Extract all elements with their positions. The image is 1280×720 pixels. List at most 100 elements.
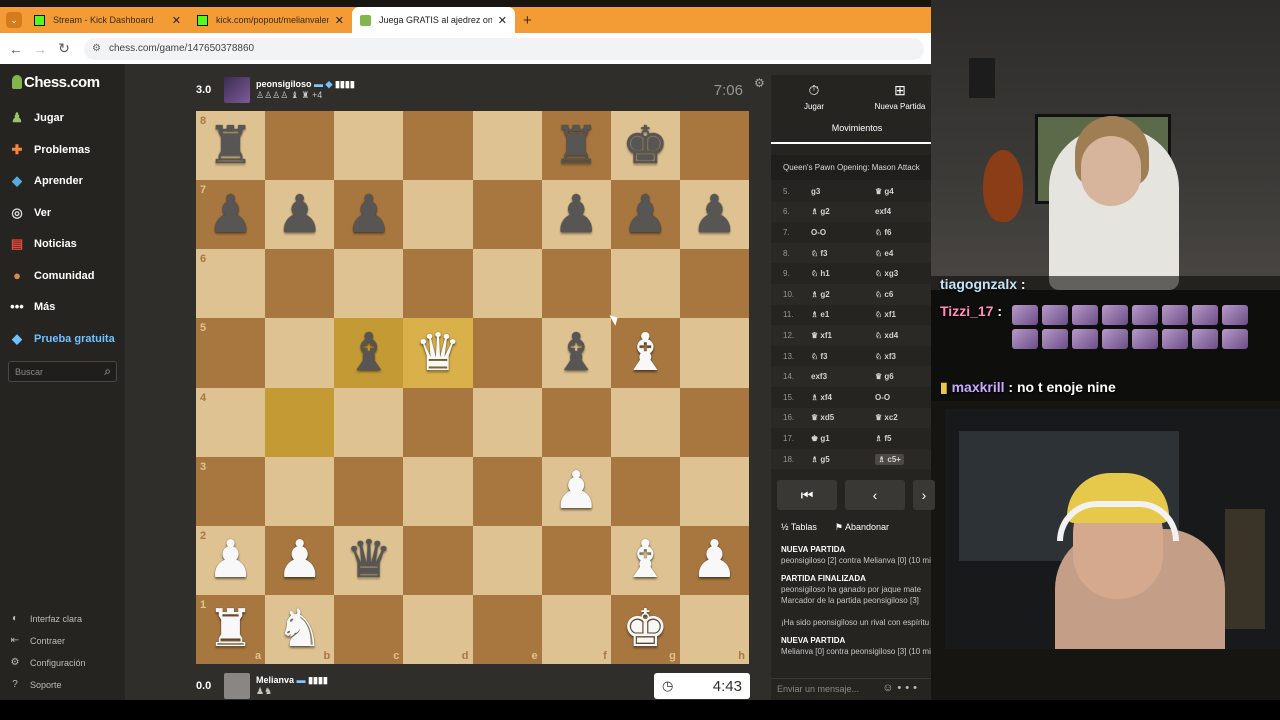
board-square-a3[interactable]: 3 — [196, 456, 266, 526]
black-pawn-icon[interactable]: ♟ — [207, 189, 254, 241]
reload-icon[interactable]: ↻ — [52, 40, 76, 57]
board-square-e6[interactable] — [472, 249, 542, 319]
black-pawn-icon[interactable]: ♟ — [276, 189, 323, 241]
board-square-e2[interactable] — [472, 525, 542, 595]
board-square-b7[interactable]: ♟ — [265, 180, 335, 250]
board-square-g6[interactable] — [610, 249, 680, 319]
avatar[interactable] — [224, 77, 250, 103]
white-bishop-icon[interactable]: ♝ — [622, 534, 669, 586]
board-square-h7[interactable]: ♟ — [679, 180, 749, 250]
board-square-h3[interactable] — [679, 456, 749, 526]
board-square-d4[interactable] — [403, 387, 473, 457]
board-square-b3[interactable] — [265, 456, 335, 526]
black-move[interactable]: ♘ xf3 — [875, 352, 925, 361]
board-square-e5[interactable] — [472, 318, 542, 388]
white-pawn-icon[interactable]: ♟ — [691, 534, 738, 586]
black-move[interactable]: ♘ xg3 — [875, 269, 925, 278]
white-move[interactable]: ♗ e1 — [811, 310, 875, 319]
board-square-d2[interactable] — [403, 525, 473, 595]
board-square-f4[interactable] — [541, 387, 611, 457]
black-rook-icon[interactable]: ♜ — [553, 120, 600, 172]
tab-movimientos[interactable]: Movimientos — [771, 123, 943, 144]
board-square-g8[interactable]: ♚ — [610, 111, 680, 181]
sidebar-item-noticias[interactable]: ▤ Noticias — [8, 235, 77, 253]
white-move[interactable]: ♗ xf4 — [811, 393, 875, 402]
board-square-f3[interactable]: ♟ — [541, 456, 611, 526]
browser-tab[interactable]: kick.com/popout/melianvalen/ ✕ — [189, 7, 352, 33]
board-square-g7[interactable]: ♟ — [610, 180, 680, 250]
black-bishop-icon[interactable]: ♝ — [346, 327, 393, 379]
board-square-h1[interactable]: h — [679, 594, 749, 664]
chess-board[interactable]: 8 ♜ ♜ ♚ 7 ♟ ♟ ♟ ♟ ♟ ♟ 6 5 ♝ ♛ ♝ ♝ 4 3 ♟ 2 ♟ ♟ ♛ ♝ ♟ 1 a ♜ b ♞ c d e f g ♚ h — [196, 111, 749, 664]
emoji-icon[interactable]: ☺••• — [882, 682, 921, 694]
white-move[interactable]: ♛ xd5 — [811, 413, 875, 422]
board-square-c1[interactable]: c — [334, 594, 404, 664]
white-move[interactable]: ♗ g2 — [811, 290, 875, 299]
black-move[interactable]: ♗ c5+ — [875, 453, 925, 465]
white-move[interactable]: ♛ xf1 — [811, 331, 875, 340]
white-move[interactable]: ♚ g1 — [811, 434, 875, 443]
board-settings-icon[interactable]: ⚙ — [754, 76, 765, 90]
tab-nueva-partida[interactable]: ⊞ Nueva Partida — [865, 82, 935, 111]
white-knight-icon[interactable]: ♞ — [276, 603, 323, 655]
board-square-e1[interactable]: e — [472, 594, 542, 664]
white-move[interactable]: O-O — [811, 228, 875, 237]
board-square-a8[interactable]: 8 ♜ — [196, 111, 266, 181]
board-square-c4[interactable] — [334, 387, 404, 457]
previous-move-button[interactable]: ‹ — [845, 480, 905, 510]
sidebar-footer-light-mode[interactable]: ◐ Interfaz clara — [8, 613, 82, 624]
board-square-b6[interactable] — [265, 249, 335, 319]
board-square-f1[interactable]: f — [541, 594, 611, 664]
board-square-d3[interactable] — [403, 456, 473, 526]
board-square-f7[interactable]: ♟ — [541, 180, 611, 250]
black-move[interactable]: ♘ f6 — [875, 228, 925, 237]
forward-icon[interactable]: → — [28, 41, 52, 57]
close-icon[interactable]: ✕ — [172, 14, 181, 27]
top-player-name[interactable]: peonsigiloso — [256, 79, 312, 89]
close-icon[interactable]: ✕ — [335, 14, 344, 27]
board-square-b4[interactable] — [265, 387, 335, 457]
board-square-h2[interactable]: ♟ — [679, 525, 749, 595]
black-move[interactable]: O-O — [875, 393, 925, 402]
board-square-f2[interactable] — [541, 525, 611, 595]
white-rook-icon[interactable]: ♜ — [207, 603, 254, 655]
board-square-d8[interactable] — [403, 111, 473, 181]
black-move[interactable]: ♘ xf1 — [875, 310, 925, 319]
sidebar-item-jugar[interactable]: ♟ Jugar — [8, 109, 64, 127]
search-icon[interactable]: ⌕ — [104, 364, 111, 379]
board-square-b8[interactable] — [265, 111, 335, 181]
white-move[interactable]: ♗ g2 — [811, 207, 875, 216]
board-square-c3[interactable] — [334, 456, 404, 526]
board-square-h4[interactable] — [679, 387, 749, 457]
sidebar-item-ver[interactable]: ◎ Ver — [8, 204, 51, 222]
black-rook-icon[interactable]: ♜ — [207, 120, 254, 172]
black-move[interactable]: ♛ xc2 — [875, 413, 925, 422]
chat-input[interactable]: Enviar un mensaje... ☺••• — [771, 678, 931, 700]
sidebar-item-problemas[interactable]: ✚ Problemas — [8, 141, 91, 159]
sidebar-footer-settings[interactable]: ⚙ Configuración — [8, 657, 86, 668]
resign-button[interactable]: ⚑ Abandonar — [835, 522, 889, 533]
board-square-a2[interactable]: 2 ♟ — [196, 525, 266, 595]
board-square-c2[interactable]: ♛ — [334, 525, 404, 595]
board-square-h6[interactable] — [679, 249, 749, 319]
sidebar-item-prueba-gratuita[interactable]: ◆ Prueba gratuita — [8, 330, 115, 348]
board-square-f5[interactable]: ♝ — [541, 318, 611, 388]
sidebar-item-mas[interactable]: ••• Más — [8, 298, 55, 316]
black-bishop-icon[interactable]: ♝ — [553, 327, 600, 379]
board-square-h8[interactable] — [679, 111, 749, 181]
board-square-b2[interactable]: ♟ — [265, 525, 335, 595]
new-tab-button[interactable]: + — [523, 12, 532, 29]
black-move[interactable]: ♛ g6 — [875, 372, 925, 381]
board-square-c8[interactable] — [334, 111, 404, 181]
black-pawn-icon[interactable]: ♟ — [622, 189, 669, 241]
board-square-h5[interactable] — [679, 318, 749, 388]
sidebar-footer-support[interactable]: ? Soporte — [8, 679, 61, 690]
black-move[interactable]: exf4 — [875, 207, 925, 216]
board-square-g3[interactable] — [610, 456, 680, 526]
board-square-e4[interactable] — [472, 387, 542, 457]
black-queen-icon[interactable]: ♛ — [346, 534, 393, 586]
board-square-e8[interactable] — [472, 111, 542, 181]
black-move[interactable]: ♗ f5 — [875, 434, 925, 443]
white-move[interactable]: ♘ f3 — [811, 352, 875, 361]
board-square-e3[interactable] — [472, 456, 542, 526]
